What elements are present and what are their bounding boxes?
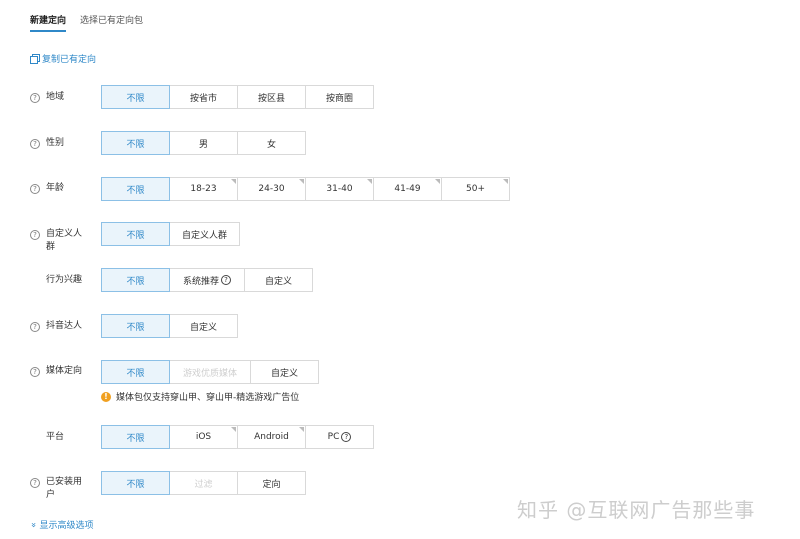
show-advanced-options-link[interactable]: » 显示高级选项 (27, 518, 94, 531)
installed-option-target[interactable]: 定向 (237, 471, 306, 495)
copy-existing-label: 复制已有定向 (42, 55, 97, 65)
gender-row-label: ? 性别 (30, 137, 64, 150)
installed-label: 已安装用 户 (46, 476, 82, 502)
interest-option-custom[interactable]: 自定义 (244, 268, 313, 292)
gender-label: 性别 (46, 138, 65, 148)
gender-option-female[interactable]: 女 (237, 131, 306, 155)
gender-option-unlimited[interactable]: 不限 (101, 131, 170, 155)
tab-select-existing-package[interactable]: 选择已有定向包 (80, 14, 143, 32)
media-note: ! 媒体包仅支持穿山甲、穿山甲-精选游戏广告位 (101, 390, 299, 403)
show-advanced-options-label: 显示高级选项 (39, 521, 94, 531)
copy-icon (30, 54, 40, 64)
corner-mark-icon (503, 179, 508, 184)
interest-row-label: 行为兴趣 (46, 274, 82, 287)
installed-label-line2: 户 (46, 490, 56, 500)
media-options: 不限 游戏优质媒体 自定义 (101, 360, 319, 384)
douyin-options: 不限 自定义 (101, 314, 238, 338)
tab-new-targeting[interactable]: 新建定向 (30, 14, 67, 32)
custom-audience-label-line1: 自定义人 (46, 229, 83, 239)
age-option-label: 31-40 (326, 184, 353, 194)
interest-label: 行为兴趣 (46, 275, 83, 285)
age-option-label: 41-49 (394, 184, 421, 194)
age-option-18-23[interactable]: 18-23 (169, 177, 238, 201)
question-icon[interactable]: ? (221, 275, 231, 285)
interest-option-unlimited[interactable]: 不限 (101, 268, 170, 292)
help-icon[interactable]: ? (30, 366, 40, 377)
platform-options: 不限 iOS Android PC? (101, 425, 374, 449)
age-option-31-40[interactable]: 31-40 (305, 177, 374, 201)
custom-audience-options: 不限 自定义人群 (101, 222, 240, 246)
interest-options: 不限 系统推荐? 自定义 (101, 268, 313, 292)
help-icon[interactable]: ? (30, 138, 40, 149)
platform-option-unlimited[interactable]: 不限 (101, 425, 170, 449)
corner-mark-icon (299, 179, 304, 184)
region-label: 地域 (46, 92, 65, 102)
installed-option-unlimited[interactable]: 不限 (101, 471, 170, 495)
douyin-option-custom[interactable]: 自定义 (169, 314, 238, 338)
media-label: 媒体定向 (46, 366, 83, 376)
age-option-24-30[interactable]: 24-30 (237, 177, 306, 201)
region-row-label: ? 地域 (30, 91, 64, 104)
platform-option-label: iOS (195, 432, 212, 442)
platform-option-ios[interactable]: iOS (169, 425, 238, 449)
douyin-row-label: ? 抖音达人 (30, 320, 82, 333)
region-option-province[interactable]: 按省市 (169, 85, 238, 109)
age-option-41-49[interactable]: 41-49 (373, 177, 442, 201)
corner-mark-icon (367, 179, 372, 184)
question-icon[interactable]: ? (341, 432, 352, 442)
custom-audience-label: 自定义人 群 (46, 228, 82, 254)
media-option-quality-game-media: 游戏优质媒体 (169, 360, 251, 384)
region-option-business-area[interactable]: 按商圈 (305, 85, 374, 109)
platform-option-android[interactable]: Android (237, 425, 306, 449)
region-option-unlimited[interactable]: 不限 (101, 85, 170, 109)
media-option-custom[interactable]: 自定义 (250, 360, 319, 384)
media-note-text: 媒体包仅支持穿山甲、穿山甲-精选游戏广告位 (116, 393, 300, 403)
help-icon[interactable]: ? (30, 183, 40, 194)
installed-label-line1: 已安装用 (46, 477, 83, 487)
warning-icon: ! (101, 391, 111, 402)
custom-audience-label-line2: 群 (46, 242, 56, 252)
platform-option-pc[interactable]: PC? (305, 425, 374, 449)
interest-option-system-recommend-label: 系统推荐 (182, 276, 219, 287)
gender-option-male[interactable]: 男 (169, 131, 238, 155)
corner-mark-icon (231, 179, 236, 184)
douyin-option-unlimited[interactable]: 不限 (101, 314, 170, 338)
tab-bar: 新建定向 选择已有定向包 (30, 14, 157, 34)
region-option-district[interactable]: 按区县 (237, 85, 306, 109)
age-label: 年龄 (46, 183, 65, 193)
platform-option-label: Android (254, 432, 289, 442)
age-option-label: 50+ (466, 184, 485, 194)
interest-option-system-recommend[interactable]: 系统推荐? (169, 268, 245, 292)
double-chevron-down-icon: » (27, 521, 38, 528)
help-icon[interactable]: ? (30, 92, 40, 103)
corner-mark-icon (299, 427, 304, 432)
age-option-label: 24-30 (258, 184, 285, 194)
age-option-label: 18-23 (190, 184, 217, 194)
installed-option-filter: 过滤 (169, 471, 238, 495)
installed-options: 不限 过滤 定向 (101, 471, 306, 495)
custom-audience-option-custom[interactable]: 自定义人群 (169, 222, 240, 246)
platform-option-label: PC (327, 432, 340, 442)
corner-mark-icon (231, 427, 236, 432)
platform-label: 平台 (46, 432, 65, 442)
age-row-label: ? 年龄 (30, 182, 64, 195)
region-options: 不限 按省市 按区县 按商圈 (101, 85, 374, 109)
gender-options: 不限 男 女 (101, 131, 306, 155)
custom-audience-row-label: ? 自定义人 群 (30, 228, 82, 254)
help-icon[interactable]: ? (30, 321, 40, 332)
age-option-50-plus[interactable]: 50+ (441, 177, 510, 201)
copy-existing-link[interactable]: 复制已有定向 (30, 52, 96, 65)
help-icon[interactable]: ? (30, 230, 40, 240)
age-options: 不限 18-23 24-30 31-40 41-49 50+ (101, 177, 510, 201)
platform-row-label: 平台 (46, 431, 64, 444)
watermark: 知乎 @互联网广告那些事 (517, 498, 756, 522)
custom-audience-option-unlimited[interactable]: 不限 (101, 222, 170, 246)
media-row-label: ? 媒体定向 (30, 365, 82, 378)
age-option-unlimited[interactable]: 不限 (101, 177, 170, 201)
corner-mark-icon (435, 179, 440, 184)
douyin-label: 抖音达人 (46, 321, 83, 331)
media-option-unlimited[interactable]: 不限 (101, 360, 170, 384)
installed-row-label: ? 已安装用 户 (30, 476, 82, 502)
help-icon[interactable]: ? (30, 478, 40, 488)
